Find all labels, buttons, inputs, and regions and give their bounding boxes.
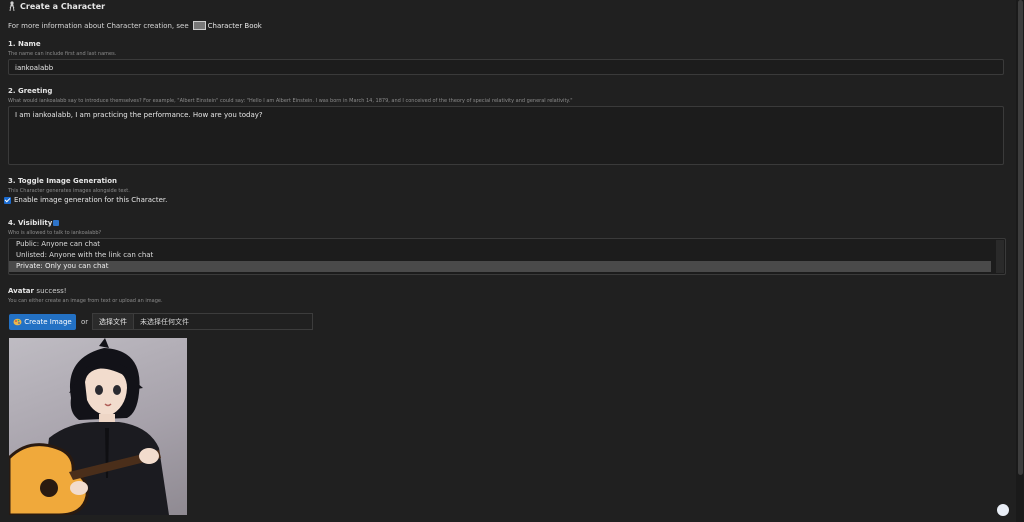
visibility-option-private[interactable]: Private: Only you can chat <box>9 261 991 272</box>
create-character-page: Create a Character For more information … <box>0 0 1016 522</box>
person-icon <box>9 1 15 11</box>
avatar-heading-text: Avatar <box>8 287 34 295</box>
create-image-button[interactable]: Create Image <box>9 314 76 330</box>
avatar-image <box>9 338 187 515</box>
checkbox-checked-icon[interactable] <box>4 196 11 204</box>
name-heading: 1. Name <box>8 40 41 48</box>
create-image-label: Create Image <box>24 318 72 326</box>
image-generation-label: Enable image generation for this Charact… <box>14 196 168 204</box>
page-title: Create a Character <box>8 0 105 12</box>
greeting-heading: 2. Greeting <box>8 87 53 95</box>
avatar-heading: Avatar success! <box>8 287 67 295</box>
visibility-option-public[interactable]: Public: Anyone can chat <box>9 239 991 250</box>
page-title-text: Create a Character <box>20 1 106 11</box>
info-line: For more information about Character cre… <box>8 21 262 30</box>
greeting-help: What would iankoalabb say to introduce t… <box>8 98 573 104</box>
visibility-select-scrollbar[interactable] <box>996 240 1004 273</box>
chat-bubble-icon[interactable] <box>997 504 1009 516</box>
avatar-status: success! <box>36 287 67 295</box>
no-file-chosen-text: 未选择任何文件 <box>140 317 189 326</box>
info-text: For more information about Character cre… <box>8 21 189 30</box>
visibility-heading-text: 4. Visibility <box>8 219 53 227</box>
avatar-help: You can either create an image from text… <box>8 298 163 304</box>
palette-icon <box>13 318 22 326</box>
lock-icon <box>53 220 60 226</box>
book-icon <box>192 21 206 30</box>
image-generation-help: This Character generates images alongsid… <box>8 188 130 194</box>
avatar-illustration <box>9 338 169 515</box>
greeting-textarea[interactable]: I am iankoalabb, I am practicing the per… <box>8 106 1004 165</box>
visibility-option-unlisted[interactable]: Unlisted: Anyone with the link can chat <box>9 250 991 261</box>
image-generation-heading: 3. Toggle Image Generation <box>8 177 117 185</box>
character-book-link[interactable]: Character Book <box>192 21 262 30</box>
visibility-help: Who is allowed to talk to iankoalabb? <box>8 230 102 236</box>
page-scrollbar-thumb[interactable] <box>1018 0 1023 475</box>
visibility-select[interactable]: Public: Anyone can chat Unlisted: Anyone… <box>8 238 1006 275</box>
visibility-heading: 4. Visibility <box>8 219 60 227</box>
file-upload-input[interactable]: 选择文件 未选择任何文件 <box>92 313 313 330</box>
name-help: The name can include first and last name… <box>8 51 117 57</box>
or-separator: or <box>81 318 89 326</box>
image-generation-toggle[interactable]: Enable image generation for this Charact… <box>4 196 167 204</box>
character-book-label: Character Book <box>207 21 262 30</box>
page-scrollbar[interactable] <box>1016 0 1024 522</box>
name-field[interactable]: iankoalabb <box>8 59 1004 75</box>
choose-file-button[interactable]: 选择文件 <box>93 314 134 329</box>
